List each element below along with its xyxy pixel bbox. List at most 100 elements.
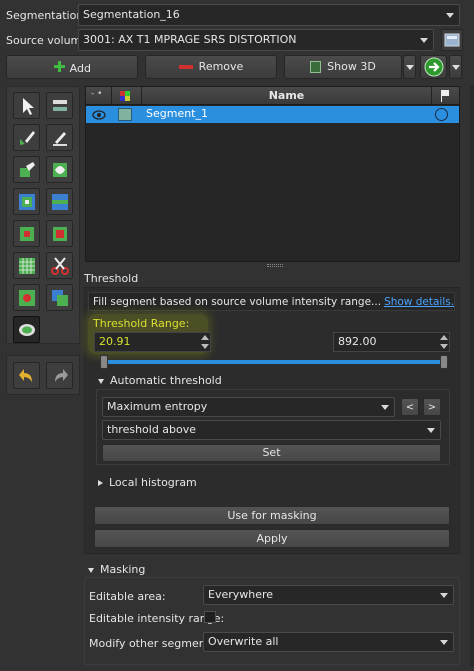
slider-max-handle[interactable] bbox=[440, 355, 448, 369]
chevron-down-icon bbox=[381, 405, 389, 410]
use-for-masking-button[interactable]: Use for masking bbox=[94, 506, 450, 525]
show-details-link[interactable]: Show details. bbox=[384, 296, 454, 308]
table-row[interactable]: Segment_1 bbox=[86, 106, 459, 123]
smoothing-tool-button[interactable] bbox=[13, 252, 40, 279]
chevron-down-icon bbox=[427, 428, 435, 433]
eye-icon[interactable] bbox=[92, 110, 106, 120]
automatic-threshold-toggle[interactable]: Automatic threshold bbox=[98, 374, 222, 387]
threshold-max-value: 892.00 bbox=[338, 335, 377, 348]
fill-between-slices-tool-button[interactable] bbox=[46, 188, 73, 215]
grow-seeds-icon bbox=[19, 194, 35, 210]
show-3d-menu-button[interactable] bbox=[403, 55, 416, 79]
apply-button[interactable]: Apply bbox=[94, 529, 450, 548]
flag-pole bbox=[441, 90, 442, 102]
collapse-arrow-icon bbox=[98, 378, 104, 384]
threshold-method-value: Maximum entropy bbox=[107, 400, 208, 413]
set-label: Set bbox=[262, 446, 281, 459]
color-column-header[interactable] bbox=[112, 87, 142, 105]
editable-intensity-checkbox[interactable] bbox=[204, 611, 216, 623]
scissors-icon bbox=[51, 257, 69, 275]
threshold-range-slider[interactable] bbox=[100, 355, 448, 369]
chevron-down-icon bbox=[406, 65, 414, 70]
cube-3d-icon bbox=[310, 61, 322, 73]
effect-title: Threshold bbox=[84, 272, 139, 285]
hollow-tool-button[interactable] bbox=[46, 220, 73, 247]
add-segment-button[interactable]: ✚ Add bbox=[6, 55, 138, 79]
visibility-column-header[interactable]: - • bbox=[86, 87, 112, 105]
chevron-down-icon bbox=[440, 640, 448, 645]
threshold-tool-button[interactable] bbox=[13, 316, 40, 343]
none-tool-button[interactable] bbox=[13, 92, 40, 119]
grid-smoothing-icon bbox=[19, 258, 35, 274]
chevron-down-icon bbox=[420, 38, 428, 43]
apply-label: Apply bbox=[256, 532, 288, 545]
modify-other-segments-select[interactable]: Overwrite all bbox=[203, 632, 454, 652]
volume-menu-button[interactable] bbox=[441, 29, 463, 51]
arrow-right-icon bbox=[424, 57, 444, 77]
threshold-mode-select[interactable]: threshold above bbox=[102, 420, 441, 440]
threshold-min-spinbox[interactable]: 20.91 bbox=[94, 332, 211, 352]
description-text: Fill segment based on source volume inte… bbox=[93, 296, 382, 308]
undo-button[interactable] bbox=[13, 362, 40, 389]
islands-tool-button[interactable] bbox=[13, 284, 40, 311]
eye-header-icon: - • bbox=[91, 89, 103, 99]
segment-name[interactable]: Segment_1 bbox=[146, 107, 208, 120]
show-3d-button[interactable]: Show 3D bbox=[284, 55, 402, 79]
minus-icon bbox=[178, 65, 193, 69]
segmentation-value: Segmentation_16 bbox=[83, 8, 180, 21]
threshold-method-select[interactable]: Maximum entropy bbox=[102, 397, 395, 417]
switch-menu-button[interactable] bbox=[449, 55, 462, 79]
plus-icon: ✚ bbox=[53, 58, 66, 76]
segmentation-select[interactable]: Segmentation_16 bbox=[78, 4, 460, 26]
use-for-masking-label: Use for masking bbox=[227, 509, 317, 522]
previous-method-button[interactable]: < bbox=[401, 398, 419, 416]
threshold-range-label: Threshold Range: bbox=[93, 317, 190, 330]
spin-arrows-icon[interactable] bbox=[201, 335, 209, 350]
threshold-mode-value: threshold above bbox=[107, 423, 197, 436]
show-3d-label: Show 3D bbox=[327, 60, 376, 73]
logical-operators-icon bbox=[52, 290, 68, 306]
scissors-tool-button[interactable] bbox=[46, 252, 73, 279]
expand-arrow-icon bbox=[98, 480, 103, 486]
switch-to-segment-editor-button[interactable] bbox=[420, 55, 447, 79]
threshold-max-spinbox[interactable]: 892.00 bbox=[333, 332, 450, 352]
hollow-icon bbox=[53, 227, 67, 241]
chevron-left-icon: < bbox=[405, 402, 415, 413]
modify-other-segments-value: Overwrite all bbox=[208, 635, 279, 648]
segment-edit-tool-button[interactable] bbox=[46, 92, 73, 119]
pencil-icon bbox=[53, 132, 67, 146]
threshold-brain-icon bbox=[19, 324, 35, 336]
name-column-header[interactable]: Name bbox=[142, 87, 432, 105]
set-threshold-button[interactable]: Set bbox=[102, 444, 441, 462]
source-volume-select[interactable]: 3001: AX T1 MPRAGE SRS DISTORTION bbox=[78, 29, 434, 51]
redo-button[interactable] bbox=[46, 362, 73, 389]
margin-tool-button[interactable] bbox=[13, 220, 40, 247]
table-header: - • Name bbox=[86, 87, 459, 105]
segment-color-swatch[interactable] bbox=[118, 108, 132, 121]
draw-tool-button[interactable] bbox=[46, 124, 73, 151]
masking-title: Masking bbox=[100, 563, 146, 576]
chevron-down-icon bbox=[452, 65, 460, 70]
erase-tool-button[interactable] bbox=[13, 156, 40, 183]
remove-segment-button[interactable]: Remove bbox=[145, 55, 277, 79]
status-circle-icon[interactable] bbox=[435, 108, 448, 121]
local-histogram-toggle[interactable]: Local histogram bbox=[98, 476, 197, 489]
masking-toggle[interactable]: Masking bbox=[88, 563, 145, 576]
collapse-arrow-icon bbox=[88, 567, 94, 573]
level-tracing-tool-button[interactable] bbox=[46, 156, 73, 183]
editable-area-select[interactable]: Everywhere bbox=[203, 585, 454, 605]
status-column-header[interactable] bbox=[432, 87, 459, 105]
splitter-handle[interactable] bbox=[267, 264, 283, 267]
grow-from-seeds-tool-button[interactable] bbox=[13, 188, 40, 215]
undo-icon bbox=[19, 369, 32, 382]
next-method-button[interactable]: > bbox=[423, 398, 441, 416]
logical-operators-tool-button[interactable] bbox=[46, 284, 73, 311]
spin-arrows-icon[interactable] bbox=[440, 335, 448, 350]
editable-area-label: Editable area: bbox=[89, 590, 166, 603]
editable-area-value: Everywhere bbox=[208, 588, 274, 601]
slider-min-handle[interactable] bbox=[100, 355, 108, 369]
paint-tool-button[interactable] bbox=[13, 124, 40, 151]
level-tracing-icon bbox=[53, 163, 67, 177]
segment-list-icon bbox=[53, 100, 67, 111]
panel-scrollbar[interactable] bbox=[470, 86, 474, 666]
